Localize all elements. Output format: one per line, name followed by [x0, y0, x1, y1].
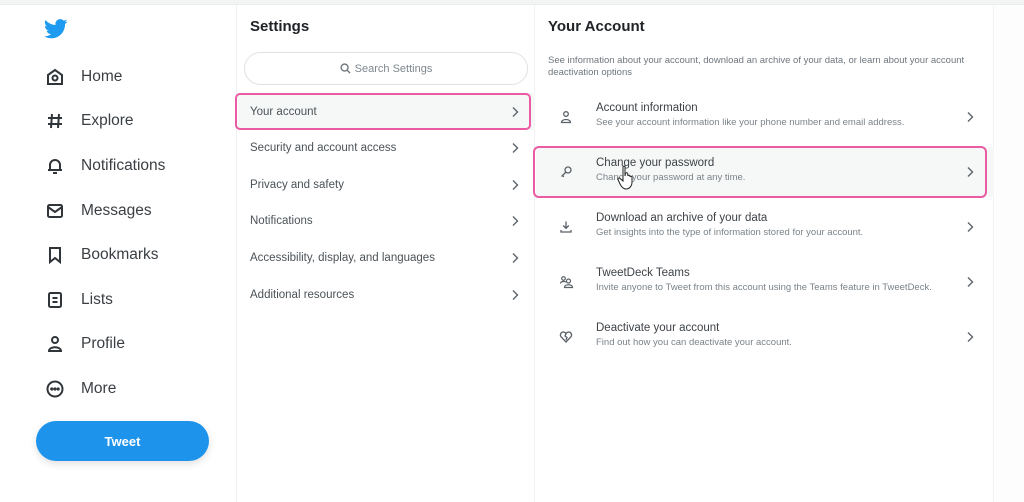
settings-item-notifications[interactable]: Notifications: [238, 202, 535, 239]
settings-item-label: Notifications: [250, 214, 313, 227]
account-item-download-archive[interactable]: Download an archive of your data Get ins…: [536, 202, 994, 252]
nav-label: More: [81, 380, 117, 397]
nav-item-more[interactable]: More: [44, 374, 116, 404]
search-placeholder: Search Settings: [354, 62, 433, 75]
settings-title: Settings: [250, 18, 310, 35]
nav-label: Bookmarks: [81, 246, 159, 263]
search-icon: [340, 63, 351, 74]
nav-item-messages[interactable]: Messages: [44, 196, 152, 226]
twitter-bird-icon[interactable]: [43, 19, 68, 41]
nav-item-notifications[interactable]: Notifications: [44, 151, 165, 181]
settings-item-your-account[interactable]: Your account: [238, 93, 535, 130]
chevron-right-icon: [512, 106, 519, 117]
hashtag-icon: [44, 110, 66, 132]
account-item-account-information[interactable]: Account information See your account inf…: [536, 92, 994, 142]
settings-item-label: Additional resources: [250, 288, 355, 301]
account-item-subtitle: Get insights into the type of informatio…: [596, 227, 864, 238]
chevron-right-icon: [512, 179, 519, 190]
download-icon: [558, 219, 574, 235]
account-description: See information about your account, down…: [548, 55, 965, 78]
settings-item-label: Privacy and safety: [250, 178, 344, 191]
account-item-subtitle: Change your password at any time.: [596, 172, 746, 183]
nav-item-lists[interactable]: Lists: [44, 285, 113, 315]
account-item-tweetdeck-teams[interactable]: TweetDeck Teams Invite anyone to Tweet f…: [536, 257, 994, 307]
nav-label: Home: [81, 68, 123, 85]
more-circle-icon: [44, 378, 66, 400]
account-item-title: TweetDeck Teams: [596, 267, 690, 279]
account-item-title: Download an archive of your data: [596, 212, 768, 224]
settings-item-privacy[interactable]: Privacy and safety: [238, 166, 535, 203]
primary-nav: Home Explore Notifications Messages Book…: [0, 5, 237, 502]
nav-item-explore[interactable]: Explore: [44, 106, 134, 136]
broken-heart-icon: [558, 329, 574, 345]
chevron-right-icon: [512, 215, 519, 226]
person-icon: [558, 109, 574, 125]
nav-label: Messages: [81, 202, 152, 219]
nav-label: Notifications: [81, 157, 166, 174]
bookmark-icon: [44, 244, 66, 266]
search-settings-input[interactable]: Search Settings: [244, 52, 528, 85]
person-icon: [44, 333, 66, 355]
right-gutter: [995, 5, 1024, 502]
list-icon: [44, 289, 66, 311]
nav-item-home[interactable]: Home: [44, 62, 122, 92]
settings-item-security[interactable]: Security and account access: [238, 129, 535, 166]
people-icon: [558, 274, 574, 290]
account-item-subtitle: Find out how you can deactivate your acc…: [596, 337, 792, 348]
account-item-title: Change your password: [596, 157, 715, 169]
nav-item-profile[interactable]: Profile: [44, 329, 125, 359]
chevron-right-icon: [967, 277, 974, 287]
account-title: Your Account: [548, 18, 645, 35]
envelope-icon: [44, 200, 66, 222]
chevron-right-icon: [512, 289, 519, 300]
account-item-subtitle: See your account information like your p…: [596, 117, 905, 128]
nav-label: Explore: [81, 112, 134, 129]
chevron-right-icon: [967, 112, 974, 122]
tweet-button[interactable]: Tweet: [36, 421, 209, 461]
account-item-deactivate[interactable]: Deactivate your account Find out how you…: [536, 312, 994, 362]
settings-item-label: Security and account access: [250, 141, 397, 154]
account-item-subtitle: Invite anyone to Tweet from this account…: [596, 282, 932, 293]
settings-item-label: Accessibility, display, and languages: [250, 251, 435, 264]
home-icon: [44, 66, 66, 88]
chevron-right-icon: [967, 332, 974, 342]
nav-item-bookmarks[interactable]: Bookmarks: [44, 240, 159, 270]
account-item-change-password[interactable]: Change your password Change your passwor…: [536, 147, 994, 197]
chevron-right-icon: [512, 252, 519, 263]
key-icon: [558, 164, 574, 180]
settings-item-accessibility[interactable]: Accessibility, display, and languages: [238, 239, 535, 276]
your-account-column: Your Account See information about your …: [536, 5, 994, 502]
nav-label: Profile: [81, 335, 125, 352]
nav-label: Lists: [81, 291, 113, 308]
account-item-title: Deactivate your account: [596, 322, 720, 334]
settings-item-label: Your account: [250, 105, 317, 118]
settings-item-additional-resources[interactable]: Additional resources: [238, 276, 535, 313]
settings-column: Settings Search Settings Your account Se…: [238, 5, 535, 502]
chevron-right-icon: [967, 167, 974, 177]
chevron-right-icon: [967, 222, 974, 232]
bell-icon: [44, 155, 66, 177]
chevron-right-icon: [512, 142, 519, 153]
account-item-title: Account information: [596, 102, 698, 114]
